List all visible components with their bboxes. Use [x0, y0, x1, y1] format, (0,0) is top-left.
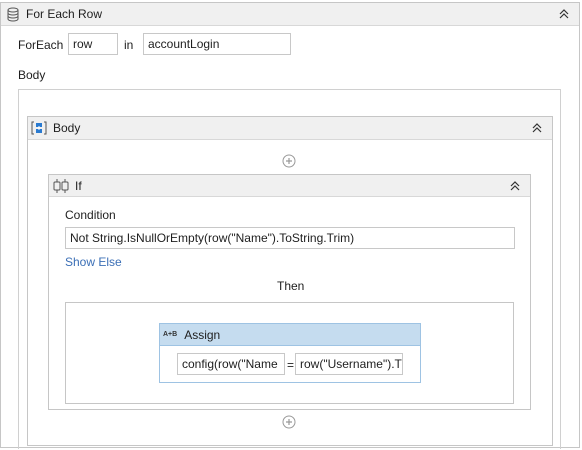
- collapse-icon[interactable]: [557, 7, 571, 21]
- body-sequence-header[interactable]: Body: [28, 117, 552, 140]
- assign-to-field[interactable]: config(row("Name: [177, 353, 285, 375]
- add-activity-icon[interactable]: [282, 415, 296, 432]
- assign-icon: A+B: [163, 331, 178, 338]
- assign-equals: =: [287, 358, 295, 372]
- show-else-link[interactable]: Show Else: [65, 255, 122, 269]
- if-header[interactable]: If: [49, 175, 530, 197]
- foreach-label: ForEach: [18, 38, 64, 52]
- for-each-row-title: For Each Row: [26, 7, 103, 21]
- body-label: Body: [18, 68, 46, 82]
- condition-field[interactable]: Not String.IsNullOrEmpty(row("Name").ToS…: [65, 227, 515, 249]
- if-title: If: [75, 178, 82, 193]
- assign-header[interactable]: A+B Assign: [160, 324, 420, 346]
- condition-label: Condition: [65, 208, 116, 222]
- collapse-icon[interactable]: [508, 179, 522, 193]
- collection-field[interactable]: accountLogin: [143, 33, 291, 55]
- sequence-icon: [31, 120, 47, 136]
- body-sequence-title: Body: [53, 121, 81, 135]
- for-each-row-header[interactable]: For Each Row: [1, 3, 579, 26]
- database-icon: [6, 7, 20, 22]
- item-variable-field[interactable]: row: [68, 33, 118, 55]
- if-icon: [53, 178, 69, 194]
- collapse-icon[interactable]: [530, 121, 544, 135]
- assign-title: Assign: [184, 327, 221, 342]
- in-label: in: [124, 38, 134, 52]
- add-activity-icon[interactable]: [282, 154, 296, 171]
- then-label: Then: [277, 279, 305, 293]
- assign-value-field[interactable]: row("Username").T: [295, 353, 403, 375]
